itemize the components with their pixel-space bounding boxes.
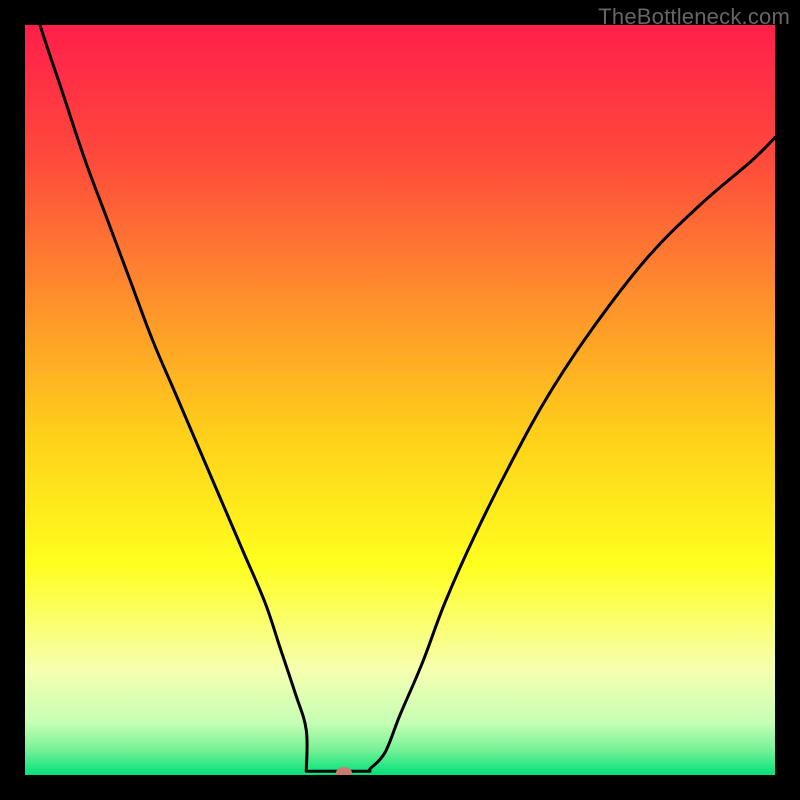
- chart-frame: TheBottleneck.com: [0, 0, 800, 800]
- watermark-text: TheBottleneck.com: [598, 4, 790, 30]
- bottleneck-curve: [25, 25, 775, 771]
- gradient-background: [25, 25, 775, 775]
- chart-svg: [25, 25, 775, 775]
- minimum-marker: [336, 767, 352, 775]
- plot-area: [25, 25, 775, 775]
